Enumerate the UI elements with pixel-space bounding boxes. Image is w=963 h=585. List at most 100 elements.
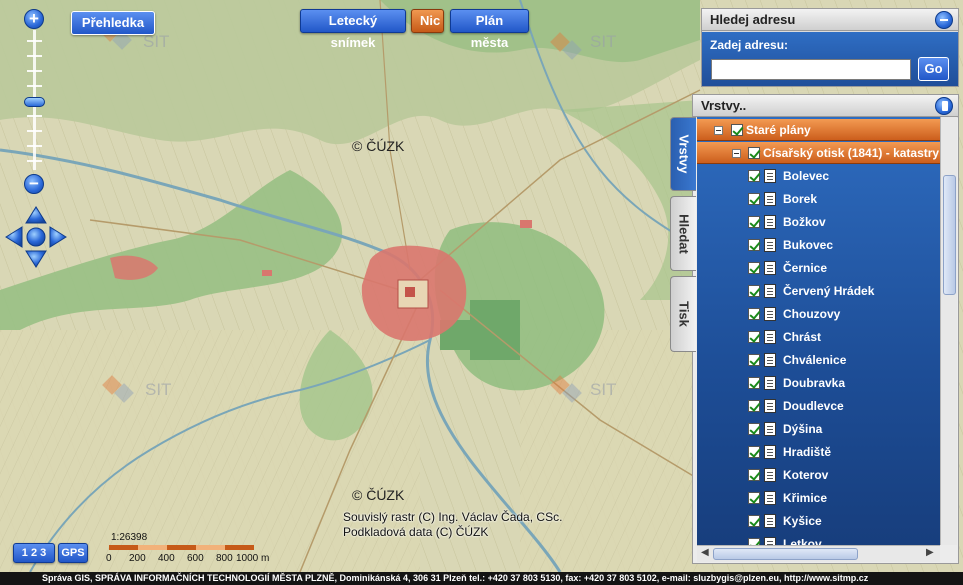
scroll-right-icon[interactable]: ▶ <box>926 547 934 558</box>
layer-checkbox[interactable] <box>731 124 743 136</box>
layer-legend-icon[interactable] <box>764 215 776 229</box>
expand-panel-icon[interactable] <box>935 97 953 115</box>
pan-up-icon[interactable] <box>25 206 47 224</box>
zoom-tick[interactable] <box>27 40 42 42</box>
layer-item-row[interactable]: Červený Hrádek <box>697 280 940 302</box>
layer-item-row[interactable]: Černice <box>697 257 940 279</box>
tab-print[interactable]: Tisk <box>670 276 696 352</box>
layer-checkbox[interactable] <box>748 331 760 343</box>
no-basemap-button[interactable]: Nic <box>411 9 444 33</box>
layer-legend-icon[interactable] <box>764 192 776 206</box>
layer-checkbox[interactable] <box>748 170 760 182</box>
layer-legend-icon[interactable] <box>764 445 776 459</box>
layer-legend-icon[interactable] <box>764 307 776 321</box>
zoom-tick[interactable] <box>27 55 42 57</box>
layer-checkbox[interactable] <box>748 193 760 205</box>
layer-checkbox[interactable] <box>748 538 760 545</box>
layer-checkbox[interactable] <box>748 262 760 274</box>
layer-legend-icon[interactable] <box>764 169 776 183</box>
layer-checkbox[interactable] <box>748 147 760 159</box>
zoom-tick[interactable] <box>27 145 42 147</box>
layer-checkbox[interactable] <box>748 239 760 251</box>
map-copyright: © ČÚZK <box>352 138 405 154</box>
layer-legend-icon[interactable] <box>764 491 776 505</box>
layer-checkbox[interactable] <box>748 492 760 504</box>
layer-tree-horizontal-scrollbar[interactable]: ◀ ▶ <box>697 545 940 562</box>
layer-item-row[interactable]: Koterov <box>697 464 940 486</box>
layer-item-row[interactable]: Chrást <box>697 326 940 348</box>
layer-item-row[interactable]: Bukovec <box>697 234 940 256</box>
layer-legend-icon[interactable] <box>764 284 776 298</box>
layer-item-row[interactable]: Chouzovy <box>697 303 940 325</box>
layer-item-row[interactable]: Letkov <box>697 533 940 545</box>
layer-tree-vertical-scrollbar[interactable] <box>940 117 957 545</box>
layer-item-row[interactable]: Křimice <box>697 487 940 509</box>
layer-item-row[interactable]: Doubravka <box>697 372 940 394</box>
layer-checkbox[interactable] <box>748 354 760 366</box>
gps-button[interactable]: GPS <box>58 543 88 563</box>
scrollbar-thumb[interactable] <box>713 548 858 560</box>
layer-item-row[interactable]: Borek <box>697 188 940 210</box>
pan-down-icon[interactable] <box>25 250 47 268</box>
aerial-photo-button[interactable]: Letecký snímek <box>300 9 406 50</box>
layer-item-row[interactable]: Chválenice <box>697 349 940 371</box>
layer-legend-icon[interactable] <box>764 353 776 367</box>
zoom-tick[interactable] <box>27 115 42 117</box>
layer-checkbox[interactable] <box>748 515 760 527</box>
tab-layers[interactable]: Vrstvy <box>670 117 696 191</box>
layers-panel-header: Vrstvy.. <box>693 95 958 117</box>
layer-item-row[interactable]: Božkov <box>697 211 940 233</box>
layer-item-row[interactable]: Dýšina <box>697 418 940 440</box>
layer-legend-icon[interactable] <box>764 399 776 413</box>
numbered-tool-button[interactable]: 1 2 3 <box>13 543 55 563</box>
layer-checkbox[interactable] <box>748 446 760 458</box>
pan-right-icon[interactable] <box>49 226 67 248</box>
zoom-tick[interactable] <box>27 160 42 162</box>
layer-item-label: Chouzovy <box>783 307 841 321</box>
zoom-out-button[interactable]: − <box>24 174 44 194</box>
layer-checkbox[interactable] <box>748 285 760 297</box>
zoom-tick[interactable] <box>27 130 42 132</box>
layer-legend-icon[interactable] <box>764 261 776 275</box>
layer-item-row[interactable]: Kyšice <box>697 510 940 532</box>
layer-item-row[interactable]: Hradiště <box>697 441 940 463</box>
layer-item-label: Chrást <box>783 330 822 344</box>
layer-item-row[interactable]: Doudlevce <box>697 395 940 417</box>
layer-legend-icon[interactable] <box>764 468 776 482</box>
zoom-tick[interactable] <box>27 85 42 87</box>
layer-legend-icon[interactable] <box>764 422 776 436</box>
scrollbar-thumb[interactable] <box>943 175 956 295</box>
collapse-toggle-icon[interactable] <box>714 126 723 135</box>
overview-button[interactable]: Přehledka <box>71 11 155 35</box>
layer-checkbox[interactable] <box>748 377 760 389</box>
layer-checkbox[interactable] <box>748 216 760 228</box>
address-input[interactable] <box>711 59 911 80</box>
tab-search[interactable]: Hledat <box>670 196 696 271</box>
pan-center-icon[interactable] <box>26 227 46 247</box>
layer-subgroup-row[interactable]: Císařský otisk (1841) - katastry <box>697 142 940 164</box>
layer-item-label: Bukovec <box>783 238 834 252</box>
zoom-tick[interactable] <box>27 70 42 72</box>
address-go-button[interactable]: Go <box>918 57 949 81</box>
layer-legend-icon[interactable] <box>764 537 776 545</box>
zoom-slider-handle[interactable] <box>24 97 45 107</box>
layer-legend-icon[interactable] <box>764 376 776 390</box>
layer-checkbox[interactable] <box>748 400 760 412</box>
zoom-in-button[interactable]: + <box>24 9 44 29</box>
layer-group-row[interactable]: Staré plány <box>697 119 940 141</box>
layer-item-label: Dýšina <box>783 422 823 436</box>
city-plan-button[interactable]: Plán města <box>450 9 529 50</box>
collapse-icon[interactable] <box>935 11 953 29</box>
tab-print-label: Tisk <box>676 301 691 327</box>
layer-checkbox[interactable] <box>748 469 760 481</box>
layer-legend-icon[interactable] <box>764 514 776 528</box>
tab-layers-label: Vrstvy <box>676 134 691 174</box>
layer-legend-icon[interactable] <box>764 238 776 252</box>
layer-checkbox[interactable] <box>748 308 760 320</box>
layer-checkbox[interactable] <box>748 423 760 435</box>
layer-item-row[interactable]: Bolevec <box>697 165 940 187</box>
collapse-toggle-icon[interactable] <box>732 149 741 158</box>
scroll-left-icon[interactable]: ◀ <box>701 547 709 558</box>
layer-legend-icon[interactable] <box>764 330 776 344</box>
pan-left-icon[interactable] <box>5 226 23 248</box>
